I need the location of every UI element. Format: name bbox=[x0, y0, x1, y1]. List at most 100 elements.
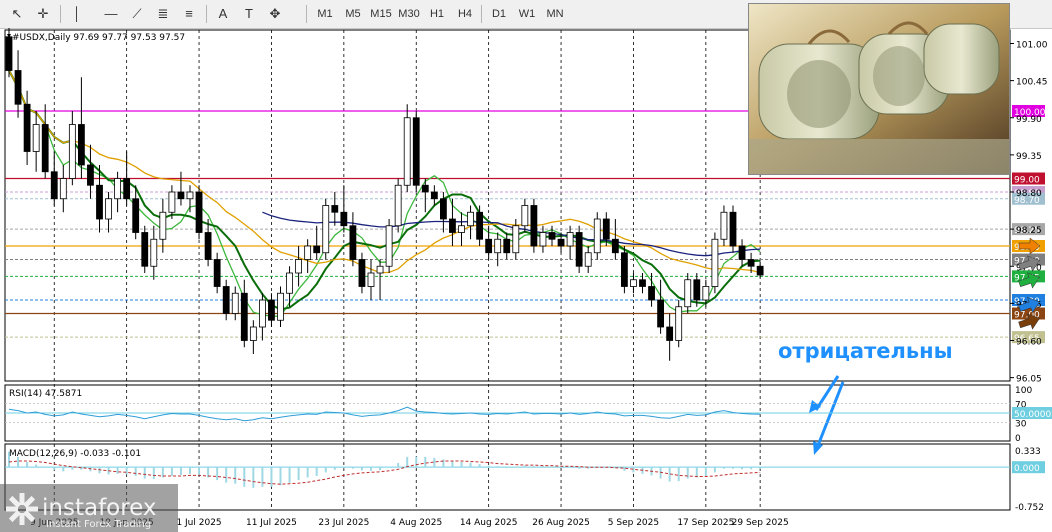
cursor-tool-button[interactable]: ↖ bbox=[6, 3, 28, 25]
channel-icon: ≣ bbox=[157, 6, 169, 21]
candle bbox=[394, 184, 402, 227]
macd-value-label: 0.000 bbox=[1014, 464, 1040, 474]
toolbar-separator bbox=[481, 5, 482, 23]
candle bbox=[132, 198, 140, 233]
candle bbox=[114, 178, 121, 200]
timeframe-m30-button[interactable]: M30 bbox=[396, 3, 422, 25]
candle bbox=[639, 279, 646, 287]
vertical-line-tool-button[interactable]: │ bbox=[66, 3, 88, 25]
candle bbox=[539, 232, 547, 247]
timeframe-w1-button[interactable]: W1 bbox=[514, 3, 540, 25]
candle bbox=[602, 218, 610, 240]
candle bbox=[621, 252, 628, 287]
candle bbox=[430, 191, 438, 200]
text-tool-button[interactable]: A bbox=[212, 3, 234, 25]
candle bbox=[277, 292, 284, 321]
candle bbox=[729, 211, 737, 247]
annotation-text: отрицательны bbox=[778, 339, 953, 363]
watermark-tagline: Instant Forex Trading bbox=[46, 519, 151, 530]
candle bbox=[331, 205, 339, 213]
timeframe-h4-button[interactable]: H4 bbox=[452, 3, 478, 25]
y-tick-label: 98.25 bbox=[1016, 226, 1042, 236]
trendline-icon: ⟋ bbox=[132, 6, 142, 21]
x-tick-label: 29 Sep 2025 bbox=[732, 518, 789, 528]
timeframe-mn-button[interactable]: MN bbox=[542, 3, 568, 25]
candle bbox=[675, 306, 683, 341]
timeframe-m1-button[interactable]: M1 bbox=[312, 3, 338, 25]
candle bbox=[177, 191, 185, 200]
candle bbox=[648, 286, 655, 301]
candle bbox=[593, 218, 601, 254]
fibonacci-icon: ≡ bbox=[185, 6, 193, 21]
candle bbox=[249, 326, 257, 341]
timeframe-d1-button[interactable]: D1 bbox=[486, 3, 512, 25]
candle bbox=[367, 272, 375, 287]
horizontal-line-icon: — bbox=[104, 6, 118, 21]
candle bbox=[584, 252, 592, 267]
candle bbox=[684, 279, 692, 308]
symbol-header: #USDX,Daily 97.69 97.77 97.53 97.57 bbox=[12, 33, 185, 43]
x-tick-label: 11 Jul 2025 bbox=[246, 518, 297, 528]
candle bbox=[657, 299, 664, 328]
candle bbox=[412, 117, 420, 186]
candle bbox=[575, 232, 583, 267]
candle bbox=[494, 238, 502, 254]
candle bbox=[403, 117, 411, 186]
timeframe-h1-button[interactable]: H1 bbox=[424, 3, 450, 25]
toolbar-separator bbox=[306, 5, 307, 23]
x-tick-label: 4 Aug 2025 bbox=[390, 518, 442, 528]
timeframe-m5-button[interactable]: M5 bbox=[340, 3, 366, 25]
candle bbox=[476, 211, 484, 240]
y-tick-label: 100.45 bbox=[1016, 78, 1048, 88]
x-tick-label: 26 Aug 2025 bbox=[532, 518, 590, 528]
watermark-brand: instaforex bbox=[42, 495, 157, 521]
candle bbox=[213, 259, 221, 287]
candle bbox=[421, 184, 429, 193]
horizontal-line-tool-button[interactable]: — bbox=[100, 3, 122, 25]
fibonacci-tool-button[interactable]: ≡ bbox=[178, 3, 200, 25]
x-tick-label: 5 Sep 2025 bbox=[608, 518, 659, 528]
x-tick-label: 1 Jul 2025 bbox=[176, 518, 221, 528]
candle bbox=[78, 124, 85, 166]
candle bbox=[268, 299, 275, 321]
candle bbox=[195, 191, 203, 233]
candle bbox=[358, 259, 366, 287]
candle bbox=[485, 238, 493, 254]
candle bbox=[258, 299, 266, 328]
rsi-tick-label: 0 bbox=[1015, 434, 1021, 444]
label-tool-button[interactable]: T bbox=[238, 3, 260, 25]
candle bbox=[68, 124, 76, 179]
crosshair-icon: ✛ bbox=[37, 6, 49, 21]
candle bbox=[168, 191, 176, 213]
x-tick-label: 23 Jul 2025 bbox=[318, 518, 369, 528]
timeframe-m15-button[interactable]: M15 bbox=[368, 3, 394, 25]
candle bbox=[702, 286, 710, 301]
toolbar-separator bbox=[206, 5, 207, 23]
cursor-icon: ↖ bbox=[11, 6, 23, 21]
macd-tick-label: -0.752 bbox=[1015, 503, 1044, 513]
trendline-tool-button[interactable]: ⟋ bbox=[126, 3, 148, 25]
candle bbox=[738, 245, 746, 260]
crosshair-tool-button[interactable]: ✛ bbox=[32, 3, 54, 25]
level-price-label: 99.00 bbox=[1014, 176, 1040, 186]
candle bbox=[32, 124, 40, 152]
candle bbox=[349, 225, 357, 260]
vertical-line-icon: │ bbox=[72, 6, 82, 21]
candle bbox=[222, 286, 230, 314]
arrows-tool-button[interactable]: ✥ bbox=[264, 3, 286, 25]
candle bbox=[720, 211, 728, 240]
candle bbox=[449, 218, 456, 233]
candle bbox=[14, 70, 22, 105]
candle bbox=[313, 245, 321, 254]
arrows-icon: ✥ bbox=[269, 6, 281, 21]
candle bbox=[123, 178, 131, 200]
rsi-tick-label: 30 bbox=[1015, 420, 1027, 430]
channel-tool-button[interactable]: ≣ bbox=[152, 3, 174, 25]
candle bbox=[503, 238, 511, 254]
candle bbox=[105, 198, 112, 220]
candle bbox=[566, 232, 574, 247]
candle bbox=[557, 238, 565, 247]
candle bbox=[41, 124, 49, 173]
rsi-header: RSI(14) 47.5871 bbox=[9, 389, 82, 399]
candle bbox=[59, 178, 67, 200]
